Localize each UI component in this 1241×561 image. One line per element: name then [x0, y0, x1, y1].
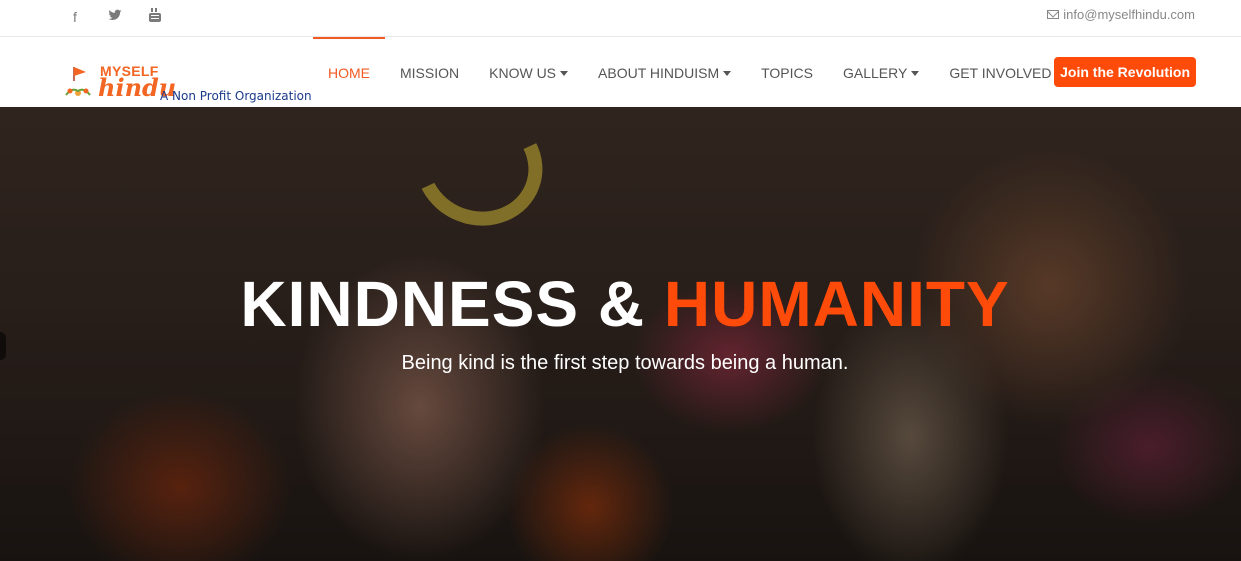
nav-item-mission[interactable]: MISSION	[385, 37, 474, 107]
hero-title-accent: HUMANITY	[663, 268, 1010, 340]
hero-title: KINDNESS & HUMANITY	[0, 267, 1241, 341]
nav-item-topics[interactable]: TOPICS	[746, 37, 828, 107]
hero-title-part1: KINDNESS &	[240, 268, 664, 340]
envelope-icon	[1047, 10, 1060, 19]
flag-flower-icon	[65, 67, 91, 96]
site-logo[interactable]: MYSELF hindu A Non Profit Organization	[60, 61, 312, 105]
caret-down-icon	[723, 70, 732, 76]
nav-item-gallery[interactable]: GALLERY	[828, 37, 934, 107]
main-navbar: MYSELF hindu A Non Profit Organization H…	[0, 37, 1241, 107]
nav-menu: HOME MISSION KNOW US ABOUT HINDUISM TOPI…	[313, 37, 1079, 107]
nav-item-know-us[interactable]: KNOW US	[474, 37, 583, 107]
hero-banner: KINDNESS & HUMANITY Being kind is the fi…	[0, 107, 1241, 561]
email-text: info@myselfhindu.com	[1063, 7, 1195, 22]
logo-tagline: A Non Profit Organization	[160, 89, 312, 103]
join-revolution-button[interactable]: Join the Revolution	[1054, 57, 1196, 87]
nav-item-about-hinduism[interactable]: ABOUT HINDUISM	[583, 37, 746, 107]
twitter-icon[interactable]	[106, 8, 124, 26]
hero-subtitle: Being kind is the first step towards bei…	[401, 352, 849, 374]
nav-item-home[interactable]: HOME	[313, 37, 385, 107]
caret-down-icon	[911, 70, 920, 76]
caret-down-icon	[560, 70, 569, 76]
facebook-icon[interactable]: f	[66, 8, 84, 26]
email-link[interactable]: info@myselfhindu.com	[1047, 7, 1195, 22]
social-links: f	[66, 8, 164, 26]
top-bar: f info@myselfhindu.com	[0, 0, 1241, 37]
youtube-icon[interactable]	[146, 8, 164, 26]
